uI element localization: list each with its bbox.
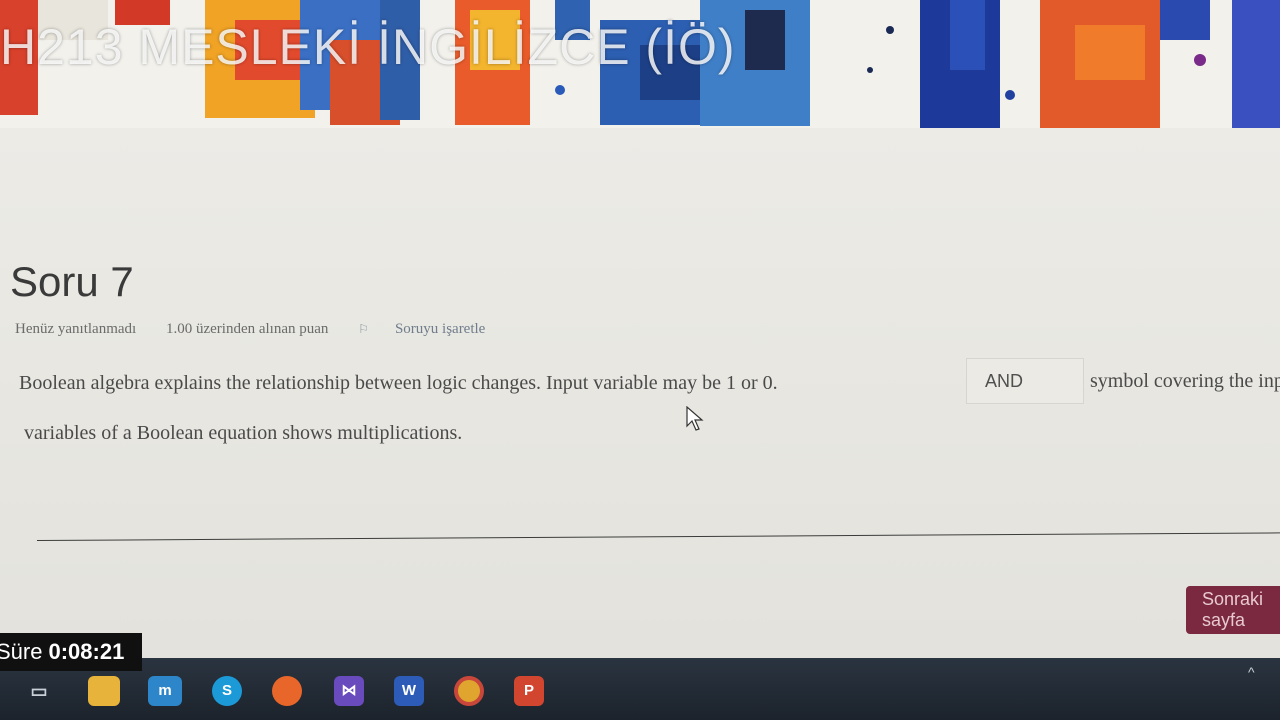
taskbar: ▭ m S ⋈ W P bbox=[0, 658, 1280, 720]
powerpoint-icon[interactable]: P bbox=[514, 676, 544, 706]
divider bbox=[36, 532, 1280, 541]
question-area: Soru 7 Henüz yanıtlanmadı 1.00 üzerinden… bbox=[0, 128, 1280, 658]
timer-label: Süre bbox=[0, 639, 43, 664]
flag-icon: ⚐ bbox=[358, 322, 369, 336]
course-banner: H213 MESLEKİ İNGİLİZCE (İÖ) bbox=[0, 0, 1280, 128]
question-text-line2: variables of a Boolean equation shows mu… bbox=[24, 422, 463, 444]
next-page-button[interactable]: Sonraki sayfa bbox=[1186, 586, 1280, 634]
question-info: Henüz yanıtlanmadı 1.00 üzerinden alınan… bbox=[15, 321, 537, 338]
course-title: H213 MESLEKİ İNGİLİZCE (İÖ) bbox=[0, 19, 736, 75]
question-title: Soru 7 bbox=[10, 258, 134, 305]
mouse-cursor-icon bbox=[686, 406, 704, 431]
chrome-icon[interactable] bbox=[454, 676, 484, 706]
tray-chevron-icon[interactable]: ^ bbox=[1248, 664, 1255, 680]
file-explorer-icon[interactable] bbox=[88, 676, 120, 706]
flag-question-label: Soruyu işaretle bbox=[394, 321, 486, 337]
flag-question-link[interactable]: ⚐ Soruyu işaretle bbox=[358, 321, 511, 337]
task-view-icon[interactable]: ▭ bbox=[24, 676, 54, 706]
question-points: 1.00 üzerinden alınan puan bbox=[165, 321, 329, 337]
word-icon[interactable]: W bbox=[394, 676, 424, 706]
moodle-icon[interactable]: m bbox=[148, 676, 182, 706]
firefox-icon[interactable] bbox=[272, 676, 302, 706]
quiz-timer: Süre 0:08:21 bbox=[0, 633, 142, 671]
skype-icon[interactable]: S bbox=[212, 676, 242, 706]
answer-input[interactable]: AND bbox=[966, 358, 1084, 404]
question-status: Henüz yanıtlanmadı bbox=[15, 321, 137, 337]
question-text-part1: Boolean algebra explains the relationshi… bbox=[19, 372, 778, 394]
visual-studio-icon[interactable]: ⋈ bbox=[334, 676, 364, 706]
timer-value: 0:08:21 bbox=[48, 639, 125, 664]
question-text-part2: symbol covering the input bbox=[1090, 370, 1280, 392]
